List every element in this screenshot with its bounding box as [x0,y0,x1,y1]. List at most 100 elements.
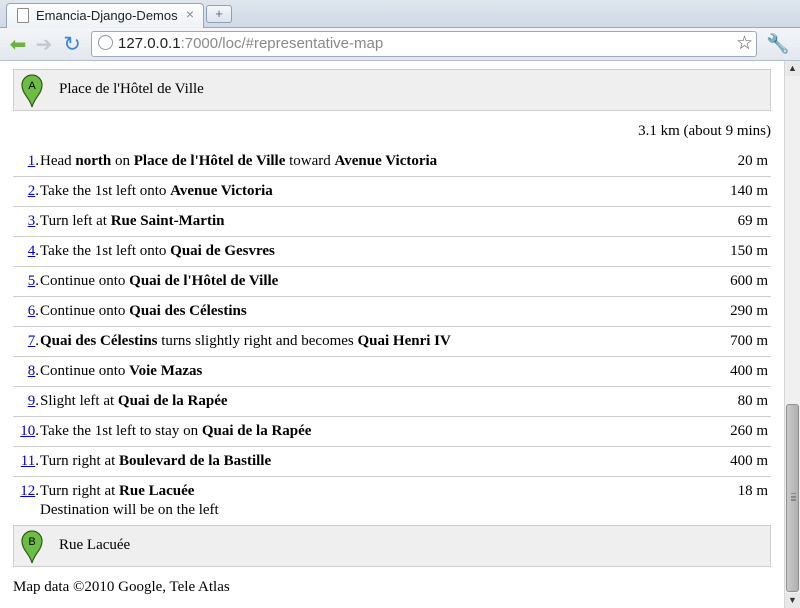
step-number-cell: 5. [13,266,39,297]
browser-tab[interactable]: Emancia-Django-Demos × [6,3,204,28]
direction-step[interactable]: 12. Turn right at Rue Lacuée Destination w… [13,476,771,525]
step-instruction: Continue onto Voie Mazas [39,356,688,387]
street-name: Boulevard de la Bastille [119,453,272,469]
step-number-cell: 10. [13,416,39,447]
end-waypoint[interactable]: B Rue Lacuée [13,525,771,567]
step-number-cell: 4. [13,236,39,267]
scroll-down-icon[interactable]: ▼ [785,593,800,608]
close-tab-icon[interactable]: × [186,6,194,22]
direction-step[interactable]: 8. Continue onto Voie Mazas 400 m [13,356,771,387]
step-distance: 69 m [688,206,771,237]
browser-toolbar: ⬅ ➔ ↻ 127.0.0.1:7000/loc/#representative… [0,28,800,61]
step-number-cell: 8. [13,356,39,387]
street-name: Quai des Célestins [40,333,158,349]
scroll-up-icon[interactable]: ▲ [785,61,800,76]
step-number-link[interactable]: 6 [28,303,36,319]
street-name: Voie Mazas [129,363,203,379]
step-distance: 18 m [688,476,771,525]
step-distance: 600 m [688,266,771,297]
step-distance: 400 m [688,446,771,477]
street-name: Avenue Victoria [334,153,438,169]
direction-step[interactable]: 7. Quai des Célestins turns slightly righ… [13,326,771,357]
map-pin-icon: A [21,74,43,108]
step-number-link[interactable]: 8 [28,363,36,379]
step-number-link[interactable]: 9 [28,393,36,409]
step-number-cell: 7. [13,326,39,357]
step-instruction: Take the 1st left onto Avenue Victoria [39,176,688,207]
step-instruction: Slight left at Quai de la Rapée [39,386,688,417]
direction-step[interactable]: 3. Turn left at Rue Saint-Martin 69 m [13,206,771,237]
end-location: Rue Lacuée [59,537,131,553]
direction-step[interactable]: 1. Head north on Place de l'Hôtel de Vill… [13,147,771,177]
street-name: Quai de la Rapée [201,423,312,439]
step-number-link[interactable]: 10 [20,423,35,439]
step-number-link[interactable]: 11 [21,453,35,469]
url-text[interactable]: 127.0.0.1:7000/loc/#representative-map [118,35,383,52]
direction-step[interactable]: 9. Slight left at Quai de la Rapée 80 m [13,386,771,417]
step-instruction: Turn left at Rue Saint-Martin [39,206,688,237]
back-arrow-icon[interactable]: ⬅ [6,32,30,56]
page-viewport: A Place de l'Hôtel de Ville 3.1 km (abou… [0,61,784,608]
address-bar[interactable]: 127.0.0.1:7000/loc/#representative-map ☆ [91,31,757,57]
step-number-link[interactable]: 4 [28,243,36,259]
step-number-link[interactable]: 7 [28,333,36,349]
step-number-link[interactable]: 2 [28,183,36,199]
step-number-link[interactable]: 12 [20,483,35,499]
wrench-icon[interactable]: 🔧 [766,32,790,55]
star-icon[interactable]: ☆ [736,32,753,54]
street-name: Quai de l'Hôtel de Ville [129,273,279,289]
step-instruction: Continue onto Quai de l'Hôtel de Ville [39,266,688,297]
step-number-link[interactable]: 3 [28,213,36,229]
street-name: Rue Lacuée [119,483,195,499]
step-number-link[interactable]: 1 [28,153,36,169]
end-marker-letter: B [28,536,35,548]
step-number-cell: 3. [13,206,39,237]
street-name: Quai des Célestins [129,303,247,319]
map-copyright: Map data ©2010 Google, Tele Atlas [13,579,230,595]
street-name: Quai de la Rapée [117,393,228,409]
street-name: Rue Saint-Martin [110,213,225,229]
reload-icon[interactable]: ↻ [60,32,84,56]
step-distance: 290 m [688,296,771,327]
street-name: Quai de Gesvres [170,243,275,259]
step-number-cell: 12. [13,476,39,525]
step-instruction: Quai des Célestins turns slightly right … [39,326,688,357]
street-name: Quai Henri IV [357,333,451,349]
step-instruction: Take the 1st left onto Quai de Gesvres [39,236,688,267]
step-number-link[interactable]: 5 [28,273,36,289]
step-instruction: Head north on Place de l'Hôtel de Ville … [40,153,438,169]
step-number-cell: 1. [27,153,39,169]
direction-step[interactable]: 2. Take the 1st left onto Avenue Victoria… [13,176,771,207]
forward-arrow-icon[interactable]: ➔ [32,32,56,56]
step-distance: 20 m [737,153,768,169]
scrollbar-thumb[interactable] [786,404,799,592]
direction-step[interactable]: 4. Take the 1st left onto Quai de Gesvres… [13,236,771,267]
new-tab-button[interactable]: + [206,5,232,23]
directions-table: 1. Head north on Place de l'Hôtel de Vill… [13,147,771,525]
step-distance: 400 m [688,356,771,387]
step-instruction: Turn right at Boulevard de la Bastille [39,446,688,477]
step-distance: 260 m [688,416,771,447]
step-instruction: Turn right at Rue Lacuée Destination will… [39,476,688,525]
direction-step[interactable]: 11. Turn right at Boulevard de la Bastill… [13,446,771,477]
direction-step[interactable]: 10. Take the 1st left to stay on Quai de … [13,416,771,447]
step-distance: 80 m [688,386,771,417]
street-name: north [75,153,112,169]
street-name: Avenue Victoria [170,183,273,199]
step-number-cell: 2. [13,176,39,207]
step-number-cell: 9. [13,386,39,417]
step-instruction: Take the 1st left to stay on Quai de la … [39,416,688,447]
page-icon [17,8,29,23]
vertical-scrollbar[interactable]: ▲ ▼ [784,61,800,608]
route-summary: 3.1 km (about 9 mins) [638,123,771,139]
direction-step[interactable]: 6. Continue onto Quai des Célestins 290 m [13,296,771,327]
direction-step[interactable]: 5. Continue onto Quai de l'Hôtel de Ville… [13,266,771,297]
start-marker-letter: A [28,80,36,92]
step-number-cell: 11. [13,446,39,477]
start-location: Place de l'Hôtel de Ville [59,81,204,97]
street-name: Place de l'Hôtel de Ville [133,153,286,169]
start-waypoint[interactable]: A Place de l'Hôtel de Ville [13,69,771,111]
tab-title: Emancia-Django-Demos [36,8,178,23]
map-pin-icon: B [21,530,43,564]
step-distance: 700 m [688,326,771,357]
